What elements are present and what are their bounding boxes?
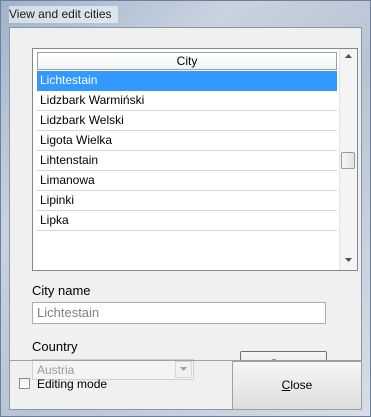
- title-bar[interactable]: View and edit cities: [1, 1, 370, 27]
- city-list-content: City Lichtestain Lidzbark Warmiński Lidzba…: [33, 49, 339, 270]
- country-label: Country: [32, 339, 78, 354]
- list-item[interactable]: Ligota Wielka: [37, 131, 337, 151]
- city-name-label: City name: [32, 283, 91, 298]
- close-button[interactable]: Close: [232, 361, 362, 410]
- editing-mode-label: Editing mode: [37, 377, 108, 391]
- city-list[interactable]: City Lichtestain Lidzbark Warmiński Lidzba…: [32, 48, 358, 271]
- city-list-scrollbar[interactable]: [339, 49, 357, 270]
- city-name-input[interactable]: Lichtestain: [32, 302, 326, 324]
- city-list-rows: Lichtestain Lidzbark Warmiński Lidzbark We…: [37, 71, 337, 267]
- city-column-header[interactable]: City: [37, 52, 337, 70]
- dialog-window: View and edit cities City Lichtestain Lid…: [0, 0, 371, 417]
- dialog-client-area: City Lichtestain Lidzbark Warmiński Lidzba…: [9, 27, 362, 410]
- list-item[interactable]: Lipinki: [37, 191, 337, 211]
- list-item[interactable]: Limanowa: [37, 171, 337, 191]
- list-item[interactable]: Lidzbark Welski: [37, 111, 337, 131]
- scrollbar-thumb[interactable]: [341, 152, 355, 169]
- bottom-bar: Editing mode Close: [9, 360, 362, 410]
- window-title: View and edit cities: [9, 6, 118, 23]
- scroll-down-arrow-icon[interactable]: [340, 253, 357, 270]
- scroll-up-arrow-icon[interactable]: [340, 49, 357, 66]
- list-item[interactable]: Lichtestain: [37, 71, 337, 91]
- list-item[interactable]: Lidzbark Warmiński: [37, 91, 337, 111]
- list-item[interactable]: Lihtenstain: [37, 151, 337, 171]
- editing-mode-checkbox[interactable]: [19, 378, 30, 389]
- close-label-rest: lose: [290, 378, 313, 392]
- list-item[interactable]: Lipka: [37, 211, 337, 231]
